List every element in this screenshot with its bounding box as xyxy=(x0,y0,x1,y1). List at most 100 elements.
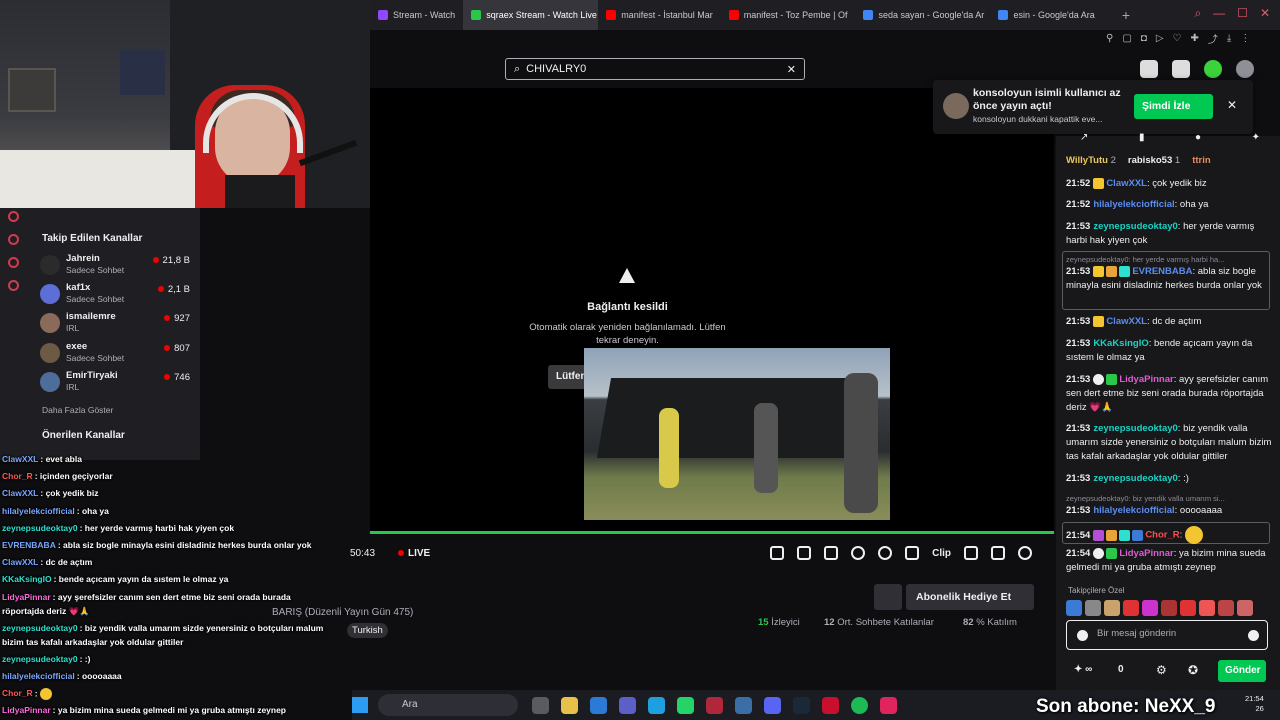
fullscreen-icon[interactable] xyxy=(991,546,1005,560)
speed-icon[interactable] xyxy=(851,546,866,560)
emote-icon[interactable] xyxy=(1161,600,1177,616)
download-icon[interactable]: ⤓ xyxy=(1227,33,1231,44)
inbox-icon[interactable] xyxy=(1140,60,1158,78)
clock-icon[interactable] xyxy=(8,234,19,245)
app-icon[interactable] xyxy=(880,697,897,714)
close-icon[interactable]: ✕ xyxy=(1227,98,1237,112)
maximize-icon[interactable]: ☐ xyxy=(1237,6,1248,21)
settings-icon[interactable]: ⚙ xyxy=(1156,663,1167,677)
popout-icon[interactable]: ↗ xyxy=(1080,132,1088,143)
channel-points-icon[interactable]: ✦ ∞ xyxy=(1074,664,1092,675)
sidebar-channel[interactable]: kaf1x Sadece Sohbet 2,1 B xyxy=(40,282,190,308)
emote-icon[interactable] xyxy=(1180,600,1196,616)
watch-now-button[interactable]: Şimdi İzle xyxy=(1134,94,1213,119)
search-input[interactable]: CHIVALRY0 xyxy=(526,63,781,75)
emote-icon[interactable] xyxy=(1237,600,1253,616)
minimize-icon[interactable]: — xyxy=(1213,6,1225,21)
trash-icon[interactable]: ▮ xyxy=(1139,132,1145,143)
steam-icon[interactable] xyxy=(793,697,810,714)
close-icon[interactable]: ✕ xyxy=(1260,6,1270,21)
emote-icon[interactable] xyxy=(1085,600,1101,616)
bell-icon[interactable] xyxy=(8,257,19,268)
taskbar-apps xyxy=(532,697,897,714)
mod-icon[interactable]: ✦ xyxy=(1252,132,1260,143)
emote-icon[interactable] xyxy=(1142,600,1158,616)
settings-icon[interactable] xyxy=(8,280,19,291)
browser-tab[interactable]: esin - Google'da Ara xyxy=(990,0,1102,30)
chat-input[interactable] xyxy=(1097,628,1237,639)
sidebar-channel[interactable]: exee Sadece Sohbet 807 xyxy=(40,341,190,367)
chart-icon[interactable] xyxy=(824,546,839,560)
outlook-icon[interactable] xyxy=(590,697,607,714)
gift-icon[interactable]: ✪ xyxy=(1188,663,1198,677)
kick-icon[interactable] xyxy=(1204,60,1222,78)
search-bar[interactable]: ⌕ CHIVALRY0 ✕ xyxy=(505,58,805,80)
app-icon[interactable] xyxy=(735,697,752,714)
browser-tab[interactable]: Stream - Watch xyxy=(370,0,463,30)
browser-tab[interactable]: manifest - İstanbul Mar xyxy=(598,0,721,30)
stream-tag[interactable]: Turkish xyxy=(347,623,388,638)
sparkle-icon[interactable] xyxy=(878,546,893,560)
teams-icon[interactable] xyxy=(619,697,636,714)
edge-icon[interactable] xyxy=(648,697,665,714)
overlay-chat-line: zeynepsudeoktay0: her yerde varmış harbi… xyxy=(2,523,235,533)
spotify-icon[interactable] xyxy=(851,697,868,714)
leaderboard-entry[interactable]: ttrin xyxy=(1192,155,1210,166)
app-icon[interactable] xyxy=(822,697,839,714)
search-icon[interactable]: ⌕ xyxy=(1194,6,1201,21)
send-button[interactable]: Gönder xyxy=(1218,660,1266,682)
record-icon[interactable] xyxy=(8,211,19,222)
notifications-icon[interactable] xyxy=(1172,60,1190,78)
show-more-link[interactable]: Daha Fazla Göster xyxy=(42,405,113,415)
new-tab-button[interactable]: + xyxy=(1122,7,1130,23)
emote-icon[interactable] xyxy=(1104,600,1120,616)
menu-icon[interactable]: ⋮ xyxy=(1240,33,1250,44)
windows-start-icon[interactable] xyxy=(352,697,368,713)
emote-icon[interactable] xyxy=(1066,600,1082,616)
chat-bubble-icon[interactable]: ● xyxy=(1195,132,1201,143)
overlay-chat-line: röportajda deriz 💗🙏 xyxy=(2,606,90,616)
player-progress-bar[interactable] xyxy=(370,531,1054,534)
followed-channels-title: Takip Edilen Kanallar xyxy=(42,233,143,244)
share-icon[interactable]: ⤴ xyxy=(1208,31,1218,46)
clear-icon[interactable]: ✕ xyxy=(787,63,796,76)
task-view-icon[interactable] xyxy=(532,697,549,714)
badge-icon[interactable] xyxy=(1077,630,1088,641)
profile-avatar[interactable] xyxy=(1236,60,1254,78)
camera-icon[interactable] xyxy=(770,546,785,560)
wall-poster xyxy=(8,68,56,112)
sidebar-channel[interactable]: EmirTiryaki IRL 746 xyxy=(40,370,190,396)
play-icon[interactable]: ▷ xyxy=(1156,33,1164,44)
discord-icon[interactable] xyxy=(764,697,781,714)
leaderboard-entry[interactable]: WillyTutu 2 xyxy=(1066,155,1116,166)
heart-icon[interactable]: ♡ xyxy=(1173,33,1182,44)
emote-icon[interactable] xyxy=(1123,600,1139,616)
taskbar-search[interactable]: Ara xyxy=(378,694,518,716)
emote-icon[interactable] xyxy=(1218,600,1234,616)
theatre-icon[interactable] xyxy=(964,546,978,560)
browser-tab-active[interactable]: sqraex Stream - Watch Live xyxy=(463,0,599,30)
pip-icon[interactable] xyxy=(905,546,920,560)
settings-icon[interactable] xyxy=(1018,546,1032,560)
sidebar-channel[interactable]: Jahrein Sadece Sohbet 21,8 B xyxy=(40,253,190,279)
browser-tab[interactable]: seda sayan - Google'da Ar xyxy=(855,0,990,30)
emote-icon[interactable] xyxy=(1199,600,1215,616)
clip-button[interactable]: Clip xyxy=(932,548,951,559)
crop-icon[interactable] xyxy=(797,546,812,560)
leaderboard-entry[interactable]: rabisko53 1 xyxy=(1128,155,1180,166)
chatter-count: 12 Ort. Sohbete Katılanlar xyxy=(824,617,934,628)
file-explorer-icon[interactable] xyxy=(561,697,578,714)
capture-icon[interactable]: ▢ xyxy=(1122,33,1131,44)
sidebar-channel[interactable]: ismailemre IRL 927 xyxy=(40,311,190,337)
chat-message: 21:53 EVRENBABA: abla siz bogle minayla e… xyxy=(1066,265,1262,291)
whatsapp-icon[interactable] xyxy=(677,697,694,714)
camera-icon[interactable]: ◘ xyxy=(1141,33,1147,44)
pin-icon[interactable]: ⚲ xyxy=(1106,33,1113,44)
emoji-icon[interactable] xyxy=(1248,630,1259,641)
overlay-chat-line: zeynepsudeoktay0: :) xyxy=(2,654,91,664)
opera-gx-icon[interactable] xyxy=(706,697,723,714)
browser-tab[interactable]: manifest - Toz Pembe | Of xyxy=(721,0,856,30)
gift-sub-button[interactable]: Abonelik Hediye Et xyxy=(906,584,1034,610)
puzzle-icon[interactable]: ✚ xyxy=(1191,33,1199,44)
gift-icon-button[interactable] xyxy=(874,584,902,610)
